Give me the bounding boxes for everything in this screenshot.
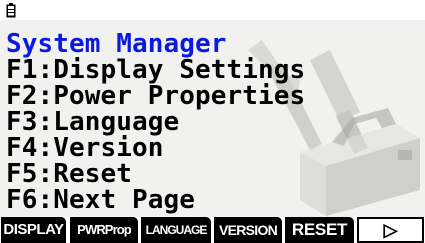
function-key-bar: DISPLAY PWRProp LANGUAGE VERSION RESET ▷ xyxy=(0,217,425,243)
page-title: System Manager xyxy=(6,29,227,59)
softkey-next-arrow[interactable]: ▷ xyxy=(357,217,424,243)
system-manager-menu: System Manager F1:Display Settings F2:Po… xyxy=(6,31,305,213)
calculator-screen: System Manager F1:Display Settings F2:Po… xyxy=(0,0,425,243)
right-triangle-icon: ▷ xyxy=(383,220,398,240)
menu-item-next-page[interactable]: F6:Next Page xyxy=(6,187,305,213)
menu-item-version[interactable]: F4:Version xyxy=(6,135,305,161)
toolbox-illustration xyxy=(300,108,420,216)
status-bar xyxy=(0,0,425,20)
softkey-reset[interactable]: RESET xyxy=(285,217,354,243)
softkey-display[interactable]: DISPLAY xyxy=(1,217,66,243)
menu-item-language[interactable]: F3:Language xyxy=(6,109,305,135)
battery-icon xyxy=(6,3,16,18)
menu-item-display-settings[interactable]: F1:Display Settings xyxy=(6,57,305,83)
softkey-pwrprop[interactable]: PWRProp xyxy=(70,217,138,243)
menu-item-power-properties[interactable]: F2:Power Properties xyxy=(6,83,305,109)
softkey-language[interactable]: LANGUAGE xyxy=(141,217,211,243)
menu-item-reset[interactable]: F5:Reset xyxy=(6,161,305,187)
softkey-version[interactable]: VERSION xyxy=(214,217,282,243)
